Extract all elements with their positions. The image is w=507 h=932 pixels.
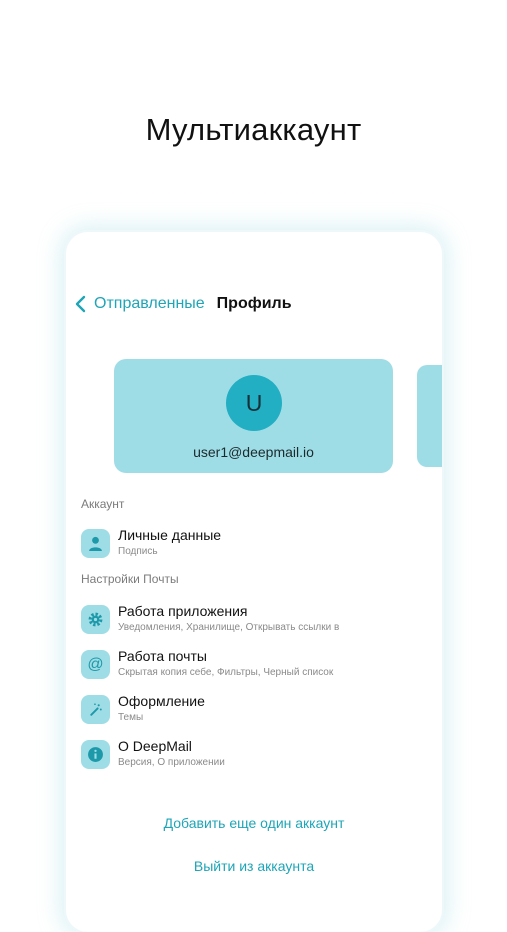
menu-item-title: Работа почты	[118, 648, 207, 664]
menu-item-title: Работа приложения	[118, 603, 248, 619]
back-label: Отправленные	[94, 295, 205, 312]
at-icon: @	[81, 650, 110, 679]
menu-item-title: Личные данные	[118, 527, 222, 543]
section-title-mail-settings: Настройки Почты	[81, 572, 179, 586]
menu-item-subtitle: Версия, О приложении	[118, 757, 225, 768]
nav-bar: Отправленные Профиль	[74, 292, 292, 316]
info-icon	[81, 740, 110, 769]
screen-title: Профиль	[216, 295, 292, 312]
logout-button[interactable]: Выйти из аккаунта	[66, 858, 442, 874]
menu-item-personal-data[interactable]: Личные данные Подпись	[81, 527, 431, 561]
menu-item-about[interactable]: О DeepMail Версия, О приложении	[81, 738, 431, 772]
page-heading: Мультиаккаунт	[145, 112, 362, 147]
account-card[interactable]: U user1@deepmail.io	[114, 359, 393, 473]
next-account-card[interactable]	[417, 365, 442, 467]
menu-item-subtitle: Скрытая копия себе, Фильтры, Черный спис…	[118, 667, 334, 678]
menu-item-subtitle: Уведомления, Хранилище, Открывать ссылки…	[118, 622, 340, 633]
menu-item-subtitle: Темы	[118, 712, 144, 723]
chevron-left-icon	[75, 295, 86, 313]
menu-item-subtitle: Подпись	[118, 546, 158, 557]
gear-icon	[81, 605, 110, 634]
account-email: user1@deepmail.io	[193, 444, 314, 460]
phone-screen: Отправленные Профиль U user1@deepmail.io…	[66, 232, 442, 932]
menu-item-app-settings[interactable]: Работа приложения Уведомления, Хранилище…	[81, 603, 431, 637]
person-icon	[81, 529, 110, 558]
avatar: U	[226, 375, 282, 431]
menu-item-title: О DeepMail	[118, 738, 192, 754]
menu-item-mail-settings[interactable]: @ Работа почты Скрытая копия себе, Фильт…	[81, 648, 431, 682]
menu-item-title: Оформление	[118, 693, 205, 709]
magic-wand-icon	[81, 695, 110, 724]
back-button[interactable]: Отправленные	[74, 295, 205, 313]
menu-item-appearance[interactable]: Оформление Темы	[81, 693, 431, 727]
add-account-button[interactable]: Добавить еще один аккаунт	[66, 815, 442, 831]
section-title-account: Аккаунт	[81, 497, 125, 511]
